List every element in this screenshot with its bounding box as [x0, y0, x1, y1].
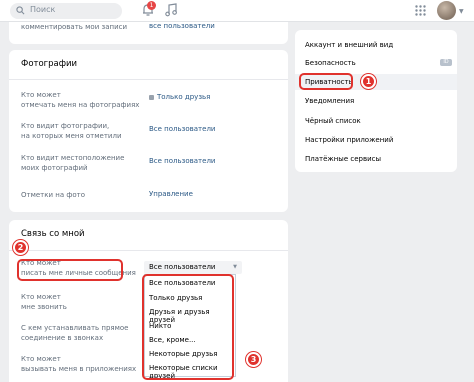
- step-3-marker: 3: [246, 352, 261, 367]
- row-value[interactable]: все пользователи: [149, 22, 215, 30]
- apps-grid-icon[interactable]: [415, 5, 426, 16]
- menu-item-blacklist[interactable]: Чёрный список: [305, 117, 361, 125]
- row-label: Кто видит местоположение моих фотографий: [21, 153, 141, 173]
- manage-tags-link[interactable]: Управление: [149, 190, 193, 198]
- select-value: Все пользователи: [149, 263, 216, 271]
- chevron-down-icon[interactable]: ▼: [459, 8, 464, 15]
- row-label: С кем устанавливать прямое соединение в …: [21, 323, 141, 343]
- divider: [9, 79, 288, 80]
- privacy-highlight-box: [299, 73, 353, 90]
- section-title: Связь со мной: [21, 229, 85, 239]
- row-label-line: Кто видит местоположение: [21, 154, 125, 162]
- search-icon: [16, 6, 25, 15]
- row-label-line: вызывать меня в приложениях: [21, 365, 137, 373]
- menu-item-notifications[interactable]: Уведомления: [305, 97, 354, 105]
- row-label-line: Кто может: [21, 91, 61, 99]
- lock-icon: [149, 94, 154, 100]
- vk-id-badge: ID: [440, 59, 452, 66]
- messages-privacy-select[interactable]: Все пользователи ▼: [144, 261, 242, 274]
- avatar[interactable]: [437, 1, 456, 20]
- search-placeholder: Поиск: [30, 5, 56, 14]
- row-value-text: Только друзья: [157, 93, 211, 101]
- row-label-line: Кто может: [21, 293, 61, 301]
- row-value[interactable]: Только друзья: [149, 93, 210, 101]
- top-bar: Поиск 1 ▼: [0, 0, 474, 22]
- row-label-line: моих фотографий: [21, 164, 88, 172]
- chevron-down-icon: ▼: [233, 264, 237, 270]
- notification-badge: 1: [147, 1, 156, 10]
- row-label-line: мне звонить: [21, 303, 67, 311]
- row-label: комментировать мои записи: [21, 23, 128, 31]
- row-label-line: на которых меня отметили: [21, 132, 122, 140]
- messages-highlight-box: [17, 259, 123, 281]
- row-label-line: соединение в звонках: [21, 334, 104, 342]
- row-value[interactable]: Все пользователи: [149, 157, 215, 165]
- divider: [9, 250, 288, 251]
- step-2-marker: 2: [13, 240, 28, 255]
- search-input[interactable]: Поиск: [10, 3, 122, 19]
- step-1-marker: 1: [361, 74, 376, 89]
- row-label: Кто может вызывать меня в приложениях: [21, 354, 141, 374]
- section-title: Фотографии: [21, 59, 78, 69]
- options-highlight-box: [142, 274, 234, 380]
- row-label: Кто может мне звонить: [21, 292, 141, 312]
- settings-card-top: комментировать мои записи все пользовате…: [9, 22, 288, 44]
- row-label-line: отмечать меня на фотографиях: [21, 101, 140, 109]
- menu-item-payment-services[interactable]: Платёжные сервисы: [305, 155, 381, 163]
- row-label-line: Отметки на фото: [21, 191, 85, 199]
- row-label: Кто видит фотографии, на которых меня от…: [21, 121, 141, 141]
- row-label: Кто может отмечать меня на фотографиях: [21, 90, 141, 110]
- menu-item-security[interactable]: Безопасность: [305, 59, 356, 67]
- row-label-line: Кто может: [21, 355, 61, 363]
- menu-item-account[interactable]: Аккаунт и внешний вид: [305, 41, 393, 49]
- row-label: Отметки на фото: [21, 190, 141, 200]
- photos-card: Фотографии Кто может отмечать меня на фо…: [9, 50, 288, 212]
- music-icon[interactable]: [165, 3, 177, 17]
- row-label-line: Кто видит фотографии,: [21, 122, 110, 130]
- menu-item-app-settings[interactable]: Настройки приложений: [305, 136, 393, 144]
- row-label-line: С кем устанавливать прямое: [21, 324, 129, 332]
- row-value[interactable]: Все пользователи: [149, 125, 215, 133]
